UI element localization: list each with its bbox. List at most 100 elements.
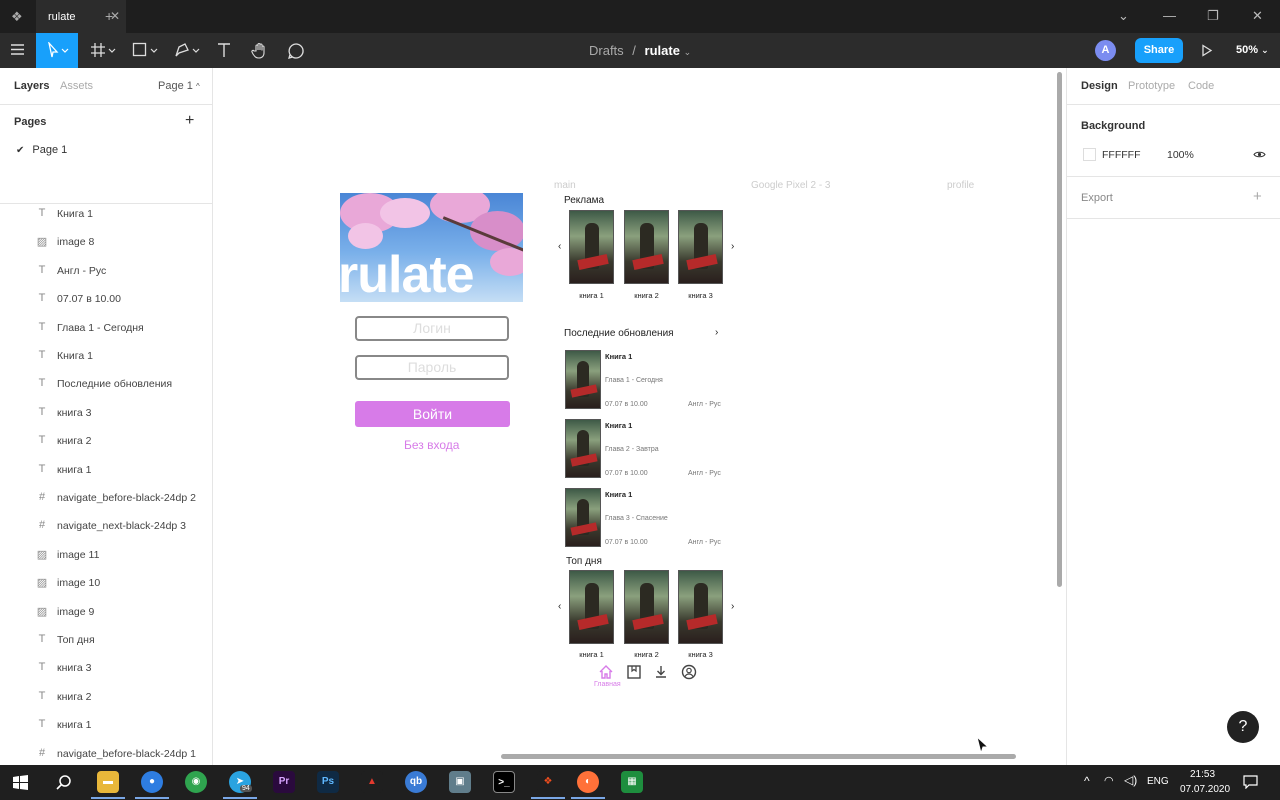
bookmark-icon[interactable] bbox=[626, 664, 642, 680]
layer-item[interactable]: T Книга 1 bbox=[36, 348, 211, 368]
layer-item[interactable]: T Топ дня bbox=[36, 632, 211, 652]
update-cover[interactable] bbox=[565, 419, 601, 478]
file-name[interactable]: rulate bbox=[645, 43, 680, 58]
layer-item[interactable]: Tкнига 2 bbox=[36, 689, 211, 709]
clock-time[interactable]: 21:53 bbox=[1190, 769, 1215, 780]
chevron-up-icon[interactable]: ^ bbox=[1084, 774, 1090, 788]
layer-item[interactable]: T 07.07 в 10.00 bbox=[36, 291, 211, 311]
layer-item[interactable]: Tкнига 3 bbox=[36, 405, 211, 425]
hand-tool-button[interactable] bbox=[246, 33, 274, 68]
update-cover[interactable] bbox=[565, 350, 601, 409]
frame-label-main[interactable]: main bbox=[554, 180, 576, 191]
password-input[interactable]: Пароль bbox=[355, 355, 509, 380]
move-tool-button[interactable] bbox=[36, 33, 78, 68]
layer-item[interactable]: # navigate_next-black-24dp 3 bbox=[36, 518, 211, 538]
guest-link[interactable]: Без входа bbox=[404, 438, 459, 452]
tab-assets[interactable]: Assets bbox=[60, 80, 93, 92]
book-cover[interactable] bbox=[624, 570, 669, 644]
layer-item[interactable]: ▨ image 10 bbox=[36, 575, 211, 595]
layer-item[interactable]: T Последние обновления bbox=[36, 376, 211, 396]
clock-date[interactable]: 07.07.2020 bbox=[1180, 784, 1230, 795]
background-color-swatch[interactable] bbox=[1083, 148, 1096, 161]
minimize-icon[interactable]: — bbox=[1163, 8, 1176, 23]
layer-item[interactable]: Tкнига 1 bbox=[36, 462, 211, 482]
pen-tool-button[interactable] bbox=[168, 33, 204, 68]
sheets-icon[interactable]: ▦ bbox=[621, 771, 643, 793]
download-icon[interactable] bbox=[653, 664, 669, 680]
navigate-next-icon[interactable]: › bbox=[715, 327, 718, 338]
breadcrumb-root[interactable]: Drafts bbox=[589, 43, 624, 58]
wifi-icon[interactable]: ◠ bbox=[1104, 774, 1114, 787]
chevron-down-icon[interactable]: ⌄ bbox=[684, 47, 692, 57]
text-tool-button[interactable] bbox=[210, 33, 238, 68]
app-icon[interactable]: ▲ bbox=[361, 771, 383, 793]
tab-design[interactable]: Design bbox=[1081, 80, 1118, 92]
shape-tool-button[interactable] bbox=[126, 33, 162, 68]
file-explorer-icon[interactable]: ▬ bbox=[97, 771, 119, 793]
book-cover[interactable] bbox=[569, 210, 614, 284]
navigate-next-icon[interactable]: › bbox=[731, 241, 734, 252]
page-item-page-1[interactable]: ✔ Page 1 bbox=[16, 144, 67, 156]
present-play-icon[interactable] bbox=[1201, 44, 1213, 57]
background-opacity-field[interactable]: 100% bbox=[1167, 149, 1194, 161]
close-window-icon[interactable]: ✕ bbox=[1252, 8, 1263, 24]
page-select[interactable]: Page 1 ^ bbox=[158, 80, 200, 92]
qbittorrent-icon[interactable]: qb bbox=[405, 771, 427, 793]
tab-code[interactable]: Code bbox=[1188, 80, 1214, 92]
layer-item[interactable]: ▨ image 11 bbox=[36, 547, 211, 567]
layer-item[interactable]: # navigate_before-black-24dp 2 bbox=[36, 490, 211, 510]
restore-icon[interactable]: ❐ bbox=[1207, 8, 1219, 24]
figma-icon[interactable]: ❖ bbox=[537, 771, 559, 793]
login-button[interactable]: Войти bbox=[355, 401, 510, 427]
main-menu-button[interactable] bbox=[0, 33, 35, 68]
profile-icon[interactable] bbox=[681, 664, 697, 680]
layer-item[interactable]: Tкнига 2 bbox=[36, 433, 211, 453]
vertical-scrollbar[interactable] bbox=[1057, 72, 1062, 587]
chrome-icon[interactable]: ● bbox=[141, 771, 163, 793]
navigate-next-icon[interactable]: › bbox=[731, 601, 734, 612]
canvas[interactable]: main Google Pixel 2 - 3 profile rulate Л… bbox=[214, 68, 1066, 765]
book-cover[interactable] bbox=[678, 210, 723, 284]
zoom-dropdown[interactable]: 50% ⌄ bbox=[1236, 44, 1269, 56]
layer-item[interactable]: # navigate_before-black-24dp 1 bbox=[36, 746, 211, 765]
layer-item[interactable]: ▨ image 9 bbox=[36, 604, 211, 624]
login-input[interactable]: Логин bbox=[355, 316, 509, 341]
help-button[interactable]: ? bbox=[1227, 711, 1259, 743]
background-hex-field[interactable]: FFFFFF bbox=[1102, 149, 1140, 161]
navigate-before-icon[interactable]: ‹ bbox=[558, 601, 561, 612]
chevron-down-icon[interactable]: ⌄ bbox=[1118, 8, 1129, 24]
share-button[interactable]: Share bbox=[1135, 38, 1183, 63]
tab-prototype[interactable]: Prototype bbox=[1128, 80, 1175, 92]
frame-label-profile[interactable]: profile bbox=[947, 180, 974, 191]
search-icon[interactable] bbox=[56, 774, 72, 790]
layer-item[interactable]: T Глава 1 - Сегодня bbox=[36, 320, 211, 340]
layer-item[interactable]: Tкнига 1 bbox=[36, 717, 211, 737]
terminal-icon[interactable]: >_ bbox=[493, 771, 515, 793]
home-icon[interactable] bbox=[598, 664, 614, 680]
language-indicator[interactable]: ENG bbox=[1147, 776, 1169, 787]
photoshop-icon[interactable]: Ps bbox=[317, 771, 339, 793]
layer-item[interactable]: ▨ image 8 bbox=[36, 234, 211, 254]
book-cover[interactable] bbox=[624, 210, 669, 284]
book-cover[interactable] bbox=[569, 570, 614, 644]
premiere-icon[interactable]: Pr bbox=[273, 771, 295, 793]
frame-label-google-pixel[interactable]: Google Pixel 2 - 3 bbox=[751, 180, 831, 191]
comment-tool-button[interactable] bbox=[282, 33, 310, 68]
update-cover[interactable] bbox=[565, 488, 601, 547]
book-cover[interactable] bbox=[678, 570, 723, 644]
add-export-icon[interactable]: + bbox=[1253, 188, 1262, 205]
layer-item[interactable]: Tкнига 3 bbox=[36, 660, 211, 680]
frame-tool-button[interactable] bbox=[84, 33, 120, 68]
figma-menu-icon[interactable]: ❖ bbox=[11, 9, 23, 25]
layer-item[interactable]: T Книга 1 bbox=[36, 206, 211, 226]
user-avatar[interactable]: A bbox=[1095, 40, 1116, 61]
notification-icon[interactable] bbox=[1243, 775, 1258, 789]
maps-icon[interactable]: ◉ bbox=[185, 771, 207, 793]
remote-desktop-icon[interactable]: ▣ bbox=[449, 771, 471, 793]
firefox-icon[interactable]: ◐ bbox=[577, 771, 599, 793]
new-tab-icon[interactable]: + bbox=[105, 8, 113, 24]
eye-icon[interactable] bbox=[1253, 150, 1266, 159]
navigate-before-icon[interactable]: ‹ bbox=[558, 241, 561, 252]
windows-start-icon[interactable] bbox=[13, 775, 28, 790]
add-page-icon[interactable]: + bbox=[185, 112, 194, 130]
